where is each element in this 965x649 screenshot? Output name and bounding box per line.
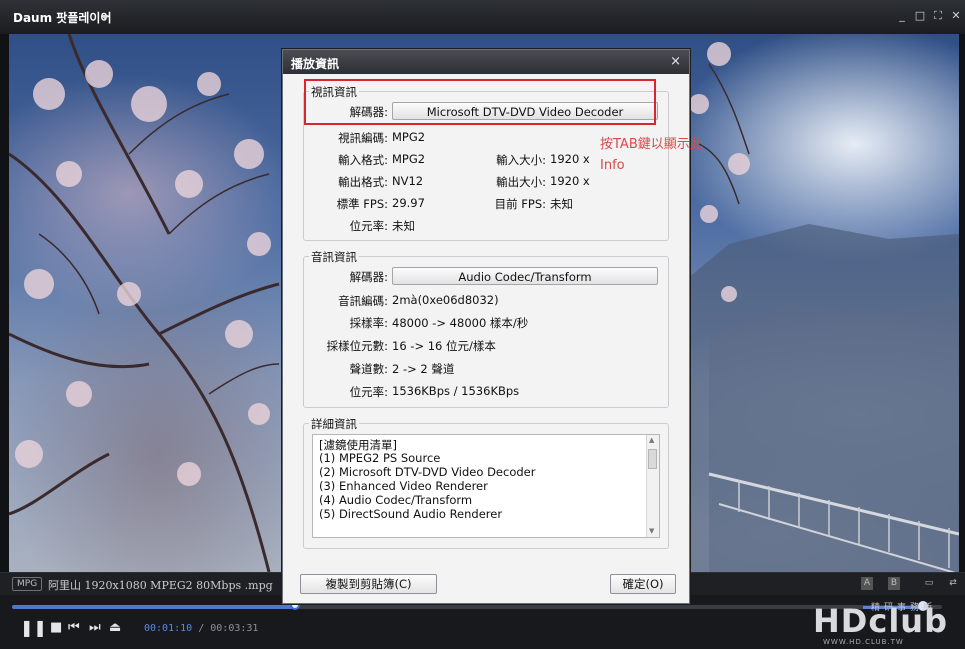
stop-icon[interactable]: ■: [50, 621, 62, 635]
input-format-label: 輸入格式:: [338, 153, 388, 167]
video-codec-value: MPG2: [392, 130, 426, 144]
subtitle-icon[interactable]: ▭: [922, 577, 936, 590]
a-b-end-icon[interactable]: B: [888, 577, 900, 590]
audio-decoder-button[interactable]: Audio Codec/Transform: [392, 267, 658, 285]
eject-icon[interactable]: ⏏: [109, 621, 121, 635]
title-bar: Daum 팟플레이어 _ □ ⛶ ✕: [0, 0, 965, 34]
seek-bar[interactable]: [12, 600, 942, 610]
audio-info-legend: 音訊資訊: [309, 249, 359, 265]
app-menu-chevron-icon[interactable]: [101, 15, 109, 20]
filter-list-line: (1) MPEG2 PS Source: [319, 451, 441, 465]
input-size-value: 1920 x: [550, 152, 590, 166]
fullscreen-button[interactable]: ⛶: [932, 10, 944, 22]
filter-list-line: (4) Audio Codec/Transform: [319, 493, 473, 507]
total-time: 00:03:31: [210, 623, 259, 634]
next-icon[interactable]: ⏭: [89, 621, 101, 635]
file-name: 阿里山 1920x1080 MPEG2 80Mbps .mpg: [48, 579, 273, 592]
elapsed-time: 00:01:10: [144, 623, 193, 634]
time-display: 00:01:10 / 00:03:31: [144, 623, 258, 634]
output-format-value: NV12: [392, 174, 424, 188]
audio-codec-value: 2mà(0xe06d8032): [392, 293, 499, 307]
channels-label: 聲道數:: [349, 362, 388, 376]
annotation-text: 按TAB鍵以顯示此: [600, 137, 703, 152]
watermark-url: WWW.HD.CLUB.TW: [823, 638, 904, 646]
current-fps-value: 未知: [550, 197, 573, 211]
app-title[interactable]: Daum 팟플레이어: [13, 9, 111, 26]
format-badge: MPG: [12, 577, 43, 591]
filter-list-scrollbar[interactable]: ▲ ▼: [646, 435, 659, 537]
audio-info-group: 音訊資訊 解碼器: Audio Codec/Transform 音訊編碼: 2m…: [303, 249, 669, 408]
bit-depth-label: 採樣位元數:: [326, 339, 388, 353]
current-fps-label: 目前 FPS:: [494, 197, 546, 211]
output-size-value: 1920 x: [550, 174, 590, 188]
a-b-start-icon[interactable]: A: [861, 577, 873, 590]
output-format-label: 輸出格式:: [338, 175, 388, 189]
repeat-icon[interactable]: ⇄: [946, 577, 960, 590]
dialog-title: 播放資訊: [291, 57, 340, 71]
detail-info-legend: 詳細資訊: [309, 416, 359, 432]
minimize-button[interactable]: _: [896, 10, 908, 22]
channels-value: 2 -> 2 聲道: [392, 362, 455, 376]
bit-depth-value: 16 -> 16 位元/樣本: [392, 339, 496, 353]
filter-list-line: (5) DirectSound Audio Renderer: [319, 507, 503, 521]
filter-list-line: (3) Enhanced Video Renderer: [319, 479, 488, 493]
audio-decoder-label: 解碼器:: [349, 270, 388, 284]
close-window-button[interactable]: ✕: [950, 10, 962, 22]
filter-list-line: (2) Microsoft DTV-DVD Video Decoder: [319, 465, 536, 479]
scroll-down-icon[interactable]: ▼: [649, 527, 654, 535]
sample-rate-value: 48000 -> 48000 樣本/秒: [392, 316, 529, 330]
copy-to-clipboard-button[interactable]: 複製到剪貼簿(C): [300, 574, 437, 594]
ok-button[interactable]: 確定(O): [610, 574, 676, 594]
annotation-text-2: Info: [600, 158, 625, 173]
dialog-title-bar[interactable]: 播放資訊 ×: [283, 50, 689, 74]
seek-progress: [12, 605, 295, 609]
video-codec-label: 視訊編碼:: [338, 131, 388, 145]
previous-icon[interactable]: ⏮: [68, 621, 80, 635]
standard-fps-label: 標準 FPS:: [336, 197, 388, 211]
filter-list[interactable]: [濾鏡使用清單] (1) MPEG2 PS Source (2) Microso…: [312, 434, 660, 538]
input-size-label: 輸入大小:: [496, 153, 546, 167]
standard-fps-value: 29.97: [392, 196, 425, 210]
audio-codec-label: 音訊編碼:: [338, 294, 388, 308]
scroll-thumb[interactable]: [648, 449, 657, 469]
highlight-box: [304, 79, 656, 125]
sample-rate-label: 採樣率:: [349, 316, 388, 330]
video-bitrate-value: 未知: [392, 219, 415, 233]
time-separator: /: [198, 623, 205, 634]
input-format-value: MPG2: [392, 152, 426, 166]
video-bitrate-label: 位元率:: [349, 219, 388, 233]
watermark-tagline: 精研事務所: [871, 603, 937, 613]
audio-bitrate-value: 1536KBps / 1536KBps: [392, 384, 520, 398]
hdclub-watermark: HDclub 精研事務所 WWW.HD.CLUB.TW: [813, 598, 955, 646]
dialog-close-button[interactable]: ×: [670, 54, 681, 69]
detail-info-group: 詳細資訊 [濾鏡使用清單] (1) MPEG2 PS Source (2) Mi…: [303, 416, 669, 549]
audio-bitrate-label: 位元率:: [349, 385, 388, 399]
pause-icon[interactable]: ❚❚: [20, 620, 47, 636]
output-size-label: 輸出大小:: [496, 175, 546, 189]
scroll-up-icon[interactable]: ▲: [649, 436, 654, 444]
maximize-button[interactable]: □: [914, 10, 926, 22]
